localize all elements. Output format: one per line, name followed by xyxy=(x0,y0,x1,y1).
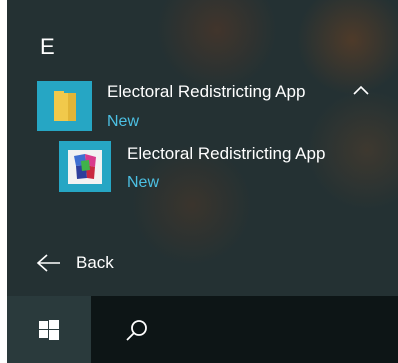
app-title[interactable]: Electoral Redistricting App xyxy=(127,144,325,164)
back-button[interactable]: Back xyxy=(36,250,114,276)
windows-logo-icon xyxy=(39,319,59,340)
app-tile[interactable] xyxy=(59,141,111,192)
taskbar xyxy=(7,296,398,363)
redistricting-app-icon xyxy=(68,149,102,184)
app-new-badge: New xyxy=(127,174,160,191)
folder-tile[interactable] xyxy=(37,81,92,131)
section-letter-header[interactable]: E xyxy=(40,35,55,59)
start-button[interactable] xyxy=(7,296,91,363)
chevron-up-icon[interactable] xyxy=(352,83,370,97)
search-button[interactable] xyxy=(125,318,149,342)
back-label: Back xyxy=(76,253,114,272)
folder-title[interactable]: Electoral Redistricting App xyxy=(107,82,305,102)
folder-new-badge: New xyxy=(107,113,140,130)
folder-icon xyxy=(53,91,76,121)
arrow-left-icon xyxy=(36,254,60,272)
search-icon xyxy=(126,320,147,341)
